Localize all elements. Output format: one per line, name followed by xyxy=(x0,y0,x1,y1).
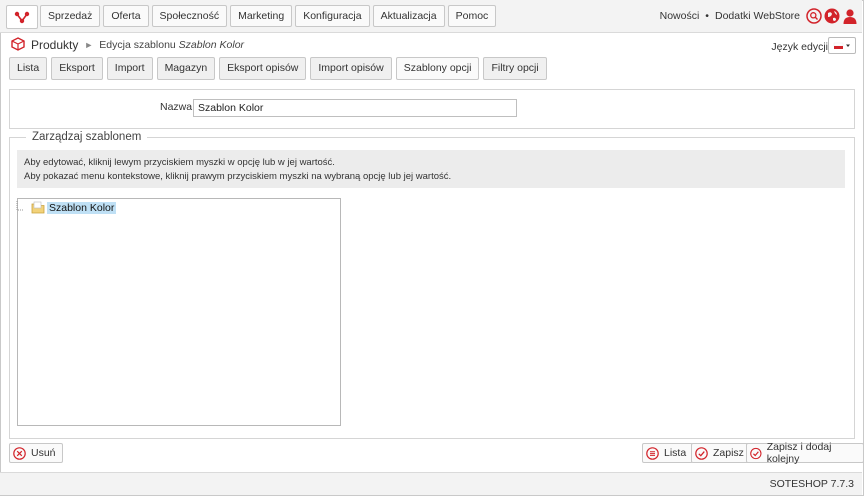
menu-item-marketing[interactable]: Marketing xyxy=(230,5,293,27)
breadcrumb: Produkty ► Edycja szablonu Szablon Kolor xyxy=(11,36,244,54)
folder-icon xyxy=(31,201,45,214)
info-line-1: Aby edytować, kliknij lewym przyciskiem … xyxy=(24,157,335,168)
product-box-icon xyxy=(11,36,25,54)
footer-bar: SOTESHOP 7.7.3 xyxy=(0,472,862,495)
language-label: Język edycji xyxy=(771,41,828,53)
manage-template-legend: Zarządzaj szablonem xyxy=(26,131,148,143)
checkmark-icon xyxy=(695,446,708,460)
save-and-add-button[interactable]: Zapisz i dodaj kolejny xyxy=(746,441,864,465)
info-box: Aby edytować, kliknij lewym przyciskiem … xyxy=(17,150,845,188)
breadcrumb-current-prefix: Edycja szablonu xyxy=(99,39,176,51)
list-button-label: Lista xyxy=(664,447,687,459)
name-input[interactable] xyxy=(193,99,517,117)
save-button[interactable]: Zapisz xyxy=(691,443,751,463)
menu-item-spolecznosc[interactable]: Społeczność xyxy=(151,5,228,27)
link-separator: • xyxy=(705,10,709,22)
menu-item-oferta[interactable]: Oferta xyxy=(103,5,149,27)
tab-filtry-opcji[interactable]: Filtry opcji xyxy=(483,57,547,80)
info-line-2: Aby pokazać menu kontekstowe, kliknij pr… xyxy=(24,171,452,182)
tab-szablony-opcji[interactable]: Szablony opcji xyxy=(395,57,480,80)
checkmark-icon xyxy=(750,447,762,459)
search-icon[interactable] xyxy=(806,8,822,24)
save-and-add-button-label: Zapisz i dodaj kolejny xyxy=(766,441,832,465)
name-label: Nazwa xyxy=(160,101,193,113)
tab-lista[interactable]: Lista xyxy=(9,57,48,80)
list-icon xyxy=(646,446,659,460)
tree-line-icon xyxy=(16,201,23,211)
list-button[interactable]: Lista xyxy=(642,443,694,463)
breadcrumb-current-name: Szablon Kolor xyxy=(178,39,245,51)
breadcrumb-current: Edycja szablonu Szablon Kolor xyxy=(99,39,244,51)
delete-icon xyxy=(13,446,26,460)
menu-item-pomoc[interactable]: Pomoc xyxy=(447,5,497,27)
tab-import[interactable]: Import xyxy=(106,57,153,80)
breadcrumb-separator: ► xyxy=(84,40,94,50)
tab-eksport[interactable]: Eksport xyxy=(51,57,103,80)
addons-link[interactable]: Dodatki WebStore xyxy=(715,10,800,22)
language-select[interactable] xyxy=(828,37,856,54)
globe-icon[interactable] xyxy=(824,8,840,24)
tree-node-root[interactable]: Szablon Kolor xyxy=(13,201,117,214)
menu-item-aktualizacja[interactable]: Aktualizacja xyxy=(372,5,445,27)
delete-button[interactable]: Usuń xyxy=(9,443,63,463)
save-button-label: Zapisz xyxy=(713,447,744,459)
menu-item-konfiguracja[interactable]: Konfiguracja xyxy=(295,5,370,27)
main-menu: Sprzedaż Oferta Społeczność Marketing Ko… xyxy=(40,5,497,27)
delete-button-label: Usuń xyxy=(31,447,56,459)
tab-magazyn[interactable]: Magazyn xyxy=(156,57,216,80)
soteshop-logo-icon[interactable] xyxy=(6,5,38,29)
news-link[interactable]: Nowości xyxy=(660,10,700,22)
top-navigation-bar: Sprzedaż Oferta Społeczność Marketing Ko… xyxy=(0,0,862,33)
menu-item-sprzedaz[interactable]: Sprzedaż xyxy=(40,5,101,27)
breadcrumb-root[interactable]: Produkty xyxy=(31,38,78,52)
tree-node-label[interactable]: Szablon Kolor xyxy=(47,201,117,214)
module-tabs: Lista Eksport Import Magazyn Eksport opi… xyxy=(9,57,547,80)
pl-flag-icon xyxy=(833,42,850,49)
tab-import-opisow[interactable]: Import opisów xyxy=(310,57,392,80)
user-icon[interactable] xyxy=(842,8,858,24)
options-tree[interactable] xyxy=(17,198,341,426)
tab-eksport-opisow[interactable]: Eksport opisów xyxy=(219,57,307,80)
version-label: SOTESHOP 7.7.3 xyxy=(769,478,854,490)
top-links: Nowości • Dodatki WebStore xyxy=(660,10,800,22)
